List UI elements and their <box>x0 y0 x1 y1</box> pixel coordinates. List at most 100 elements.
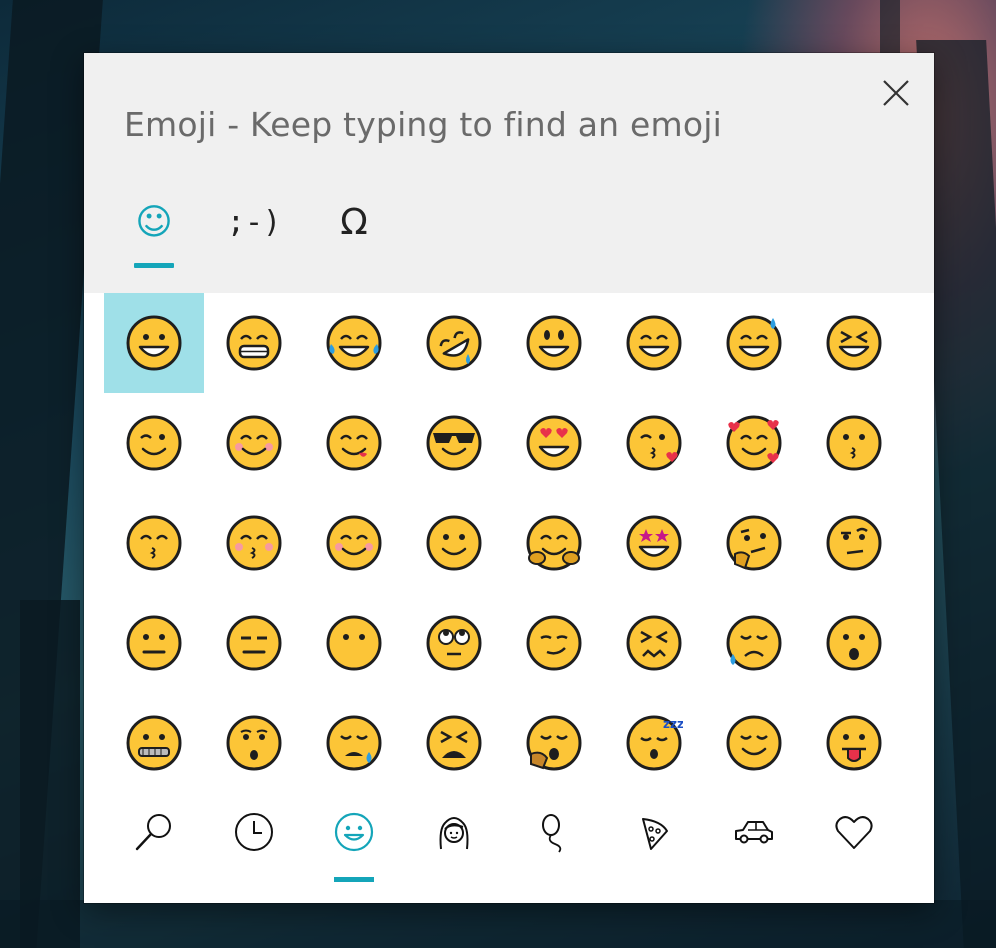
svg-text:zzz: zzz <box>663 717 683 731</box>
category-symbols[interactable] <box>804 808 904 891</box>
yawning-face-icon <box>526 715 582 771</box>
emoji-tired-face[interactable] <box>404 693 504 793</box>
emoji-kissing-face-smiling-eyes[interactable] <box>104 493 204 593</box>
emoji-star-struck[interactable] <box>604 493 704 593</box>
emoji-face-raised-eyebrow[interactable] <box>804 493 904 593</box>
sleepy-face-icon <box>326 715 382 771</box>
emoji-smile[interactable] <box>604 293 704 393</box>
pizza-icon <box>642 818 668 850</box>
hugging-face-icon <box>526 515 582 571</box>
emoji-sad-relieved-face[interactable] <box>704 593 804 693</box>
emoji-smiling-face-with-smiling-eyes[interactable] <box>204 393 304 493</box>
face-rolling-eyes-icon <box>426 615 482 671</box>
car-icon <box>735 821 773 844</box>
emoji-slightly-smiling-face[interactable] <box>404 493 504 593</box>
emoji-sleepy-face[interactable] <box>304 693 404 793</box>
balloon-icon <box>542 814 562 853</box>
active-tab-indicator <box>134 263 174 268</box>
emoji-yawning-face[interactable] <box>504 693 604 793</box>
laughing-squinting-icon <box>826 315 882 371</box>
star-struck-icon <box>626 515 682 571</box>
thinking-face-icon <box>726 515 782 571</box>
face-with-tongue-icon <box>826 715 882 771</box>
search-icon <box>135 814 171 851</box>
category-recent[interactable] <box>204 808 304 891</box>
category-search[interactable] <box>104 808 204 891</box>
emoji-face-with-tears-of-joy[interactable] <box>304 293 404 393</box>
sweat-smile-icon <box>726 315 782 371</box>
emoji-heart-eyes[interactable] <box>504 393 604 493</box>
emoji-zipper-mouth-face[interactable] <box>104 693 204 793</box>
emoji-face-without-mouth[interactable] <box>304 593 404 693</box>
emoji-persevering-face[interactable] <box>604 593 704 693</box>
emoji-face-with-tongue[interactable] <box>804 693 904 793</box>
person-icon <box>439 817 469 850</box>
category-bar <box>104 808 914 888</box>
heart-icon <box>835 816 873 849</box>
grimacing-face-icon <box>226 315 282 371</box>
close-icon <box>883 80 909 106</box>
smiling-face-rosy-cheeks-icon <box>326 515 382 571</box>
grinning-face-icon <box>126 315 182 371</box>
close-button[interactable] <box>878 75 914 111</box>
tab-symbols-label: Ω <box>340 202 368 243</box>
emoji-hushed-face[interactable] <box>204 693 304 793</box>
smiling-face-with-hearts-icon <box>726 415 782 471</box>
smile-icon <box>626 315 682 371</box>
relieved-face-icon <box>726 715 782 771</box>
smirking-face-icon <box>526 615 582 671</box>
face-savoring-food-icon <box>326 415 382 471</box>
face-open-mouth-icon <box>826 615 882 671</box>
emoji-kissing-face-closed-eyes[interactable] <box>204 493 304 593</box>
category-celebration[interactable] <box>504 808 604 891</box>
emoji-grimacing-face[interactable] <box>204 293 304 393</box>
emoji-kissing-face[interactable] <box>804 393 904 493</box>
zipper-mouth-face-icon <box>126 715 182 771</box>
tab-kaomoji[interactable]: ;-) <box>224 198 284 268</box>
heart-eyes-icon <box>526 415 582 471</box>
category-travel[interactable] <box>704 808 804 891</box>
emoji-smiling-face-with-hearts[interactable] <box>704 393 804 493</box>
winking-face-icon <box>126 415 182 471</box>
tired-face-icon <box>426 715 482 771</box>
emoji-face-savoring-food[interactable] <box>304 393 404 493</box>
face-without-mouth-icon <box>326 615 382 671</box>
picker-header: Emoji - Keep typing to find an emoji ☺ ;… <box>84 53 934 293</box>
category-smileys[interactable] <box>304 808 404 891</box>
picker-title: Emoji - Keep typing to find an emoji <box>124 105 722 144</box>
category-food[interactable] <box>604 808 704 891</box>
category-people[interactable] <box>404 808 504 891</box>
clock-icon <box>235 813 273 851</box>
rolling-on-floor-laughing-icon <box>426 315 482 371</box>
sleeping-face-icon: zzz <box>626 715 683 771</box>
emoji-hugging-face[interactable] <box>504 493 604 593</box>
face-raised-eyebrow-icon <box>826 515 882 571</box>
emoji-expressionless-face[interactable] <box>204 593 304 693</box>
tab-symbols[interactable]: Ω <box>324 198 384 268</box>
emoji-relieved-face[interactable] <box>704 693 804 793</box>
emoji-rolling-on-floor-laughing[interactable] <box>404 293 504 393</box>
face-with-tears-of-joy-icon <box>326 315 382 371</box>
emoji-smiley[interactable] <box>504 293 604 393</box>
kissing-face-icon <box>826 415 882 471</box>
emoji-winking-face[interactable] <box>104 393 204 493</box>
emoji-smiling-face-with-sunglasses[interactable] <box>404 393 504 493</box>
emoji-smirking-face[interactable] <box>504 593 604 693</box>
tab-kaomoji-label: ;-) <box>226 205 282 240</box>
emoji-sleeping-face[interactable]: zzz <box>604 693 704 793</box>
emoji-face-open-mouth[interactable] <box>804 593 904 693</box>
emoji-neutral-face[interactable] <box>104 593 204 693</box>
hushed-face-icon <box>226 715 282 771</box>
emoji-laughing-squinting[interactable] <box>804 293 904 393</box>
tab-emoji[interactable]: ☺ <box>124 198 184 268</box>
emoji-face-rolling-eyes[interactable] <box>404 593 504 693</box>
emoji-smiling-face-rosy-cheeks[interactable] <box>304 493 404 593</box>
smiling-face-with-smiling-eyes-icon <box>226 415 282 471</box>
emoji-thinking-face[interactable] <box>704 493 804 593</box>
emoji-face-blowing-kiss[interactable] <box>604 393 704 493</box>
smiley-icon <box>334 812 374 852</box>
emoji-sweat-smile[interactable] <box>704 293 804 393</box>
kissing-face-closed-eyes-icon <box>226 515 282 571</box>
tab-emoji-label: ☺ <box>135 202 173 243</box>
emoji-grinning-face[interactable] <box>104 293 204 393</box>
